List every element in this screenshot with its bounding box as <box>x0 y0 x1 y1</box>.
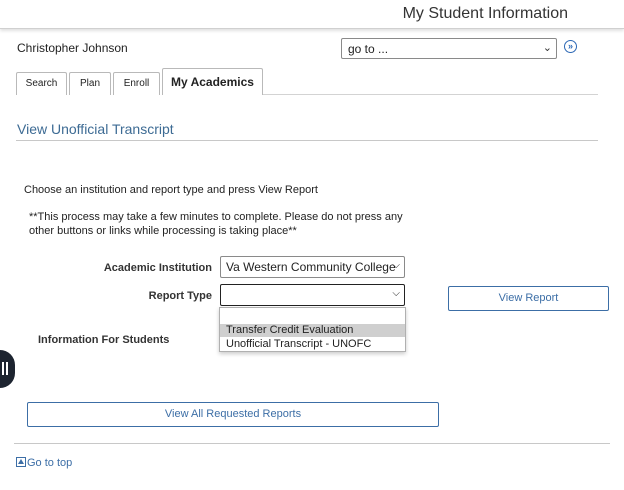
info-for-students-label: Information For Students <box>38 334 170 346</box>
arrow-up-icon <box>16 457 26 467</box>
goto-button[interactable]: » <box>564 40 577 53</box>
report-type-dropdown: Transfer Credit Evaluation Unofficial Tr… <box>219 307 406 352</box>
report-type-select[interactable]: ⌵ <box>220 284 405 306</box>
goto-select[interactable]: go to ... ⌄ <box>341 38 557 59</box>
chevron-down-icon: ⌄ <box>542 42 552 54</box>
student-name: Christopher Johnson <box>17 41 128 55</box>
tab-divider <box>263 94 598 95</box>
page-header: My Student Information <box>0 0 624 29</box>
go-to-top-label: Go to top <box>27 457 73 469</box>
chevron-down-icon: ⌵ <box>392 288 400 299</box>
report-type-label: Report Type <box>148 290 212 302</box>
view-report-button[interactable]: View Report <box>448 286 609 311</box>
tab-search[interactable]: Search <box>16 72 67 95</box>
report-type-option-transfer-credit[interactable]: Transfer Credit Evaluation <box>220 324 405 337</box>
chevron-down-icon: ⌵ <box>392 260 400 271</box>
side-panel-handle[interactable] <box>0 350 15 388</box>
warning-text: **This process may take a few minutes to… <box>29 211 403 237</box>
pause-icon <box>2 362 9 375</box>
tab-plan[interactable]: Plan <box>69 72 111 95</box>
institution-select[interactable]: Va Western Community College ⌵ <box>220 256 405 278</box>
tab-enroll[interactable]: Enroll <box>113 72 160 95</box>
institution-label: Academic Institution <box>103 262 212 274</box>
tab-my-academics[interactable]: My Academics <box>162 68 263 95</box>
title-divider <box>16 140 598 141</box>
report-type-option-unofficial-transcript[interactable]: Unofficial Transcript - UNOFC <box>220 338 405 351</box>
page-title: View Unofficial Transcript <box>17 121 174 137</box>
instructions-text: Choose an institution and report type an… <box>24 184 318 196</box>
bottom-divider <box>14 443 610 444</box>
institution-select-value: Va Western Community College <box>226 260 396 274</box>
page-header-title: My Student Information <box>402 5 568 22</box>
report-type-option-blank[interactable] <box>220 309 405 322</box>
view-all-requested-reports-button[interactable]: View All Requested Reports <box>27 402 439 427</box>
goto-select-value: go to ... <box>348 42 389 56</box>
go-to-top-link[interactable]: Go to top <box>16 457 72 469</box>
